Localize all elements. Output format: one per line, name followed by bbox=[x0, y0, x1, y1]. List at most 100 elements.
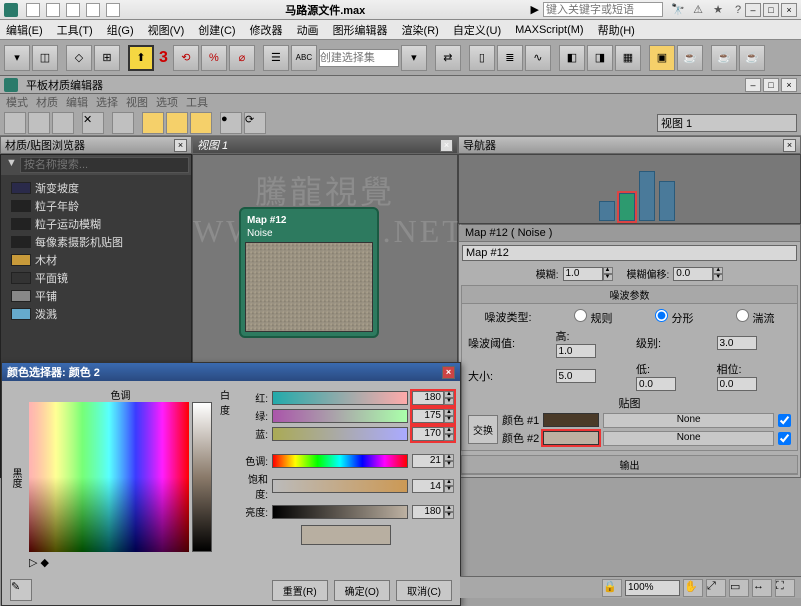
color-dialog-close-icon[interactable]: × bbox=[442, 366, 455, 379]
refresh-icon[interactable]: ⟳ bbox=[244, 112, 266, 134]
map1-enable[interactable] bbox=[778, 414, 791, 427]
browser-item[interactable]: 粒子年龄 bbox=[3, 197, 189, 215]
schematic-view-icon[interactable]: ◧ bbox=[559, 45, 585, 71]
material-editor-icon[interactable]: ◨ bbox=[587, 45, 613, 71]
named-sel-icon[interactable]: ☰ bbox=[263, 45, 289, 71]
browser-close-icon[interactable]: × bbox=[174, 139, 187, 152]
snap-spinner-icon[interactable]: ⌀ bbox=[229, 45, 255, 71]
mirror-icon[interactable]: ⇄ bbox=[435, 45, 461, 71]
new-icon[interactable] bbox=[26, 3, 40, 17]
layers-icon[interactable]: ≣ bbox=[497, 45, 523, 71]
render-icon[interactable]: ☕ bbox=[677, 45, 703, 71]
layout-icon[interactable] bbox=[190, 112, 212, 134]
delete-icon[interactable]: ✕ bbox=[82, 112, 104, 134]
menu-grapheditors[interactable]: 图形编辑器 bbox=[333, 22, 388, 38]
nav-node-1[interactable] bbox=[599, 201, 615, 221]
green-input[interactable] bbox=[412, 409, 444, 423]
map2-enable[interactable] bbox=[778, 432, 791, 445]
favorite-icon[interactable]: ★ bbox=[711, 3, 725, 17]
pick-material-icon[interactable] bbox=[4, 112, 26, 134]
browser-item[interactable]: 平面镜 bbox=[3, 269, 189, 287]
browser-item[interactable]: 平铺 bbox=[3, 287, 189, 305]
nav-node-selected[interactable] bbox=[619, 193, 635, 221]
abc-icon[interactable]: ABC bbox=[291, 45, 317, 71]
pan-view-icon[interactable]: ↔ bbox=[752, 579, 772, 597]
maximize-button[interactable]: □ bbox=[763, 3, 779, 17]
hierarchy-icon[interactable]: ⊞ bbox=[94, 45, 120, 71]
map2-button[interactable]: None bbox=[603, 431, 774, 446]
mat-menu-view[interactable]: 视图 bbox=[126, 94, 148, 110]
curve-editor-icon[interactable]: ∿ bbox=[525, 45, 551, 71]
maximize-viewport-icon[interactable]: ⛶ bbox=[775, 579, 795, 597]
blur-down[interactable]: ▼ bbox=[603, 274, 613, 281]
mat-menu-mode[interactable]: 模式 bbox=[6, 94, 28, 110]
radio-turbulence[interactable]: 湍流 bbox=[736, 309, 774, 326]
viewport-close-icon[interactable]: × bbox=[440, 139, 453, 152]
browser-search-input[interactable] bbox=[20, 157, 189, 173]
radio-fractal[interactable]: 分形 bbox=[655, 309, 693, 326]
menu-customize[interactable]: 自定义(U) bbox=[453, 22, 501, 38]
menu-create[interactable]: 创建(C) bbox=[198, 22, 235, 38]
mat-menu-edit[interactable]: 编辑 bbox=[66, 94, 88, 110]
navigator-panel[interactable] bbox=[458, 154, 801, 224]
hue-input[interactable] bbox=[412, 454, 444, 468]
sel-dropdown-icon[interactable]: ▾ bbox=[401, 45, 427, 71]
minimize-button[interactable]: – bbox=[745, 3, 761, 17]
menu-animation[interactable]: 动画 bbox=[297, 22, 319, 38]
output-rollup[interactable]: 输出 bbox=[462, 456, 797, 474]
get-material-icon[interactable] bbox=[28, 112, 50, 134]
red-input[interactable] bbox=[412, 391, 444, 405]
lock-icon[interactable]: 🔒 bbox=[602, 579, 622, 597]
hue-slider[interactable] bbox=[272, 454, 408, 468]
mat-menu-select[interactable]: 选择 bbox=[96, 94, 118, 110]
zoom-region-icon[interactable]: ▭ bbox=[729, 579, 749, 597]
align-icon[interactable]: ▯ bbox=[469, 45, 495, 71]
low-input[interactable] bbox=[636, 377, 676, 391]
levels-input[interactable] bbox=[717, 336, 757, 350]
snap-percent-icon[interactable]: % bbox=[201, 45, 227, 71]
noise-params-rollup[interactable]: 噪波参数 bbox=[462, 286, 797, 304]
menu-tools[interactable]: 工具(T) bbox=[57, 22, 93, 38]
nav-node-3[interactable] bbox=[659, 181, 675, 221]
help-icon[interactable]: ? bbox=[731, 3, 745, 17]
red-slider[interactable] bbox=[272, 391, 408, 405]
browser-item[interactable]: 泼溅 bbox=[3, 305, 189, 323]
schematic-icon[interactable]: ◇ bbox=[66, 45, 92, 71]
menu-rendering[interactable]: 渲染(R) bbox=[402, 22, 439, 38]
color-field[interactable] bbox=[29, 402, 189, 552]
mat-menu-tools[interactable]: 工具 bbox=[186, 94, 208, 110]
zoom-extents-icon[interactable]: ⤢ bbox=[706, 579, 726, 597]
blue-input[interactable] bbox=[412, 427, 444, 441]
high-input[interactable] bbox=[556, 344, 596, 358]
bluroff-input[interactable] bbox=[673, 267, 713, 281]
alert-icon[interactable]: ⚠ bbox=[691, 3, 705, 17]
whiteness-slider[interactable] bbox=[192, 402, 212, 552]
sat-input[interactable] bbox=[412, 479, 444, 493]
phase-input[interactable] bbox=[717, 377, 757, 391]
reset-button[interactable]: 重置(R) bbox=[272, 580, 328, 601]
sphere-preview-icon[interactable]: ● bbox=[220, 112, 242, 134]
show-end-icon[interactable] bbox=[166, 112, 188, 134]
zoom-selector[interactable] bbox=[625, 580, 680, 596]
browser-item[interactable]: 渐变坡度 bbox=[3, 179, 189, 197]
close-button[interactable]: × bbox=[781, 3, 797, 17]
navigator-close-icon[interactable]: × bbox=[783, 139, 796, 152]
binoculars-icon[interactable]: 🔭 bbox=[671, 3, 685, 17]
quick-render-icon[interactable]: ☕ bbox=[711, 45, 737, 71]
assign-material-icon[interactable] bbox=[52, 112, 74, 134]
move-children-icon[interactable] bbox=[112, 112, 134, 134]
ok-button[interactable]: 确定(O) bbox=[334, 580, 390, 601]
pan-icon[interactable]: ✋ bbox=[683, 579, 703, 597]
cancel-button[interactable]: 取消(C) bbox=[396, 580, 452, 601]
size-input[interactable] bbox=[556, 369, 596, 383]
mat-menu-options[interactable]: 选项 bbox=[156, 94, 178, 110]
menu-modifiers[interactable]: 修改器 bbox=[250, 22, 283, 38]
undo-icon[interactable] bbox=[86, 3, 100, 17]
color-dialog-titlebar[interactable]: 颜色选择器: 颜色 2 × bbox=[2, 363, 460, 381]
menu-views[interactable]: 视图(V) bbox=[148, 22, 185, 38]
menu-help[interactable]: 帮助(H) bbox=[598, 22, 635, 38]
unlink-icon[interactable]: ◫ bbox=[32, 45, 58, 71]
color1-swatch[interactable] bbox=[543, 413, 599, 427]
blue-slider[interactable] bbox=[272, 427, 408, 441]
render-setup-icon[interactable]: ▦ bbox=[615, 45, 641, 71]
